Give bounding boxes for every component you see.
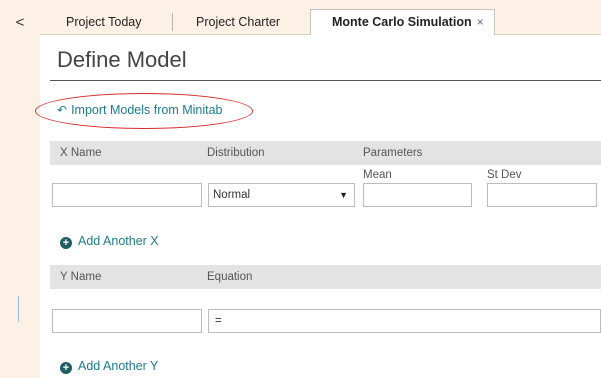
x-name-header: X Name xyxy=(60,147,102,159)
sidebar-marker xyxy=(18,296,19,322)
back-chevron-icon[interactable]: < xyxy=(0,10,40,34)
import-models-link[interactable]: ↶ Import Models from Minitab xyxy=(57,103,223,117)
parameters-header: Parameters xyxy=(363,147,423,159)
dropdown-caret-icon: ▼ xyxy=(339,190,348,200)
distribution-selected-value: Normal xyxy=(213,189,251,201)
plus-circle-icon: + xyxy=(60,237,72,249)
distribution-select[interactable]: Normal ▼ xyxy=(208,183,355,207)
page-title: Define Model xyxy=(57,47,187,72)
undo-arrow-icon: ↶ xyxy=(57,103,68,117)
y-header-band: Y Name Equation xyxy=(50,265,601,289)
left-sidebar xyxy=(0,34,40,378)
y-name-header: Y Name xyxy=(60,271,102,283)
mean-label: Mean xyxy=(363,169,392,181)
equation-header: Equation xyxy=(207,271,253,283)
x-name-input[interactable] xyxy=(52,183,202,207)
tab-project-charter[interactable]: Project Charter xyxy=(196,10,280,34)
add-another-x-label: Add Another X xyxy=(78,234,159,248)
add-another-y-label: Add Another Y xyxy=(78,359,159,373)
y-name-input[interactable] xyxy=(52,309,202,333)
tab-label: Monte Carlo Simulation xyxy=(332,15,472,29)
tab-monte-carlo-simulation[interactable]: Monte Carlo Simulation × xyxy=(310,9,495,36)
mean-input[interactable] xyxy=(363,183,472,207)
x-header-band: X Name Distribution Parameters xyxy=(50,141,601,165)
stdev-input[interactable] xyxy=(487,183,597,207)
tab-divider xyxy=(172,13,173,31)
plus-circle-icon: + xyxy=(60,362,72,374)
tab-project-today[interactable]: Project Today xyxy=(66,10,142,34)
distribution-header: Distribution xyxy=(207,147,265,159)
add-another-x-button[interactable]: + Add Another X xyxy=(60,234,159,249)
main-panel: Define Model ↶ Import Models from Minitab… xyxy=(35,35,601,378)
stdev-label: St Dev xyxy=(487,169,522,181)
equation-input[interactable]: = xyxy=(208,309,601,333)
add-another-y-button[interactable]: + Add Another Y xyxy=(60,359,158,374)
title-divider xyxy=(50,80,601,81)
tab-bar: Project Today Project Charter Monte Carl… xyxy=(40,9,601,36)
import-models-label: Import Models from Minitab xyxy=(71,103,223,117)
close-icon[interactable]: × xyxy=(477,15,484,29)
